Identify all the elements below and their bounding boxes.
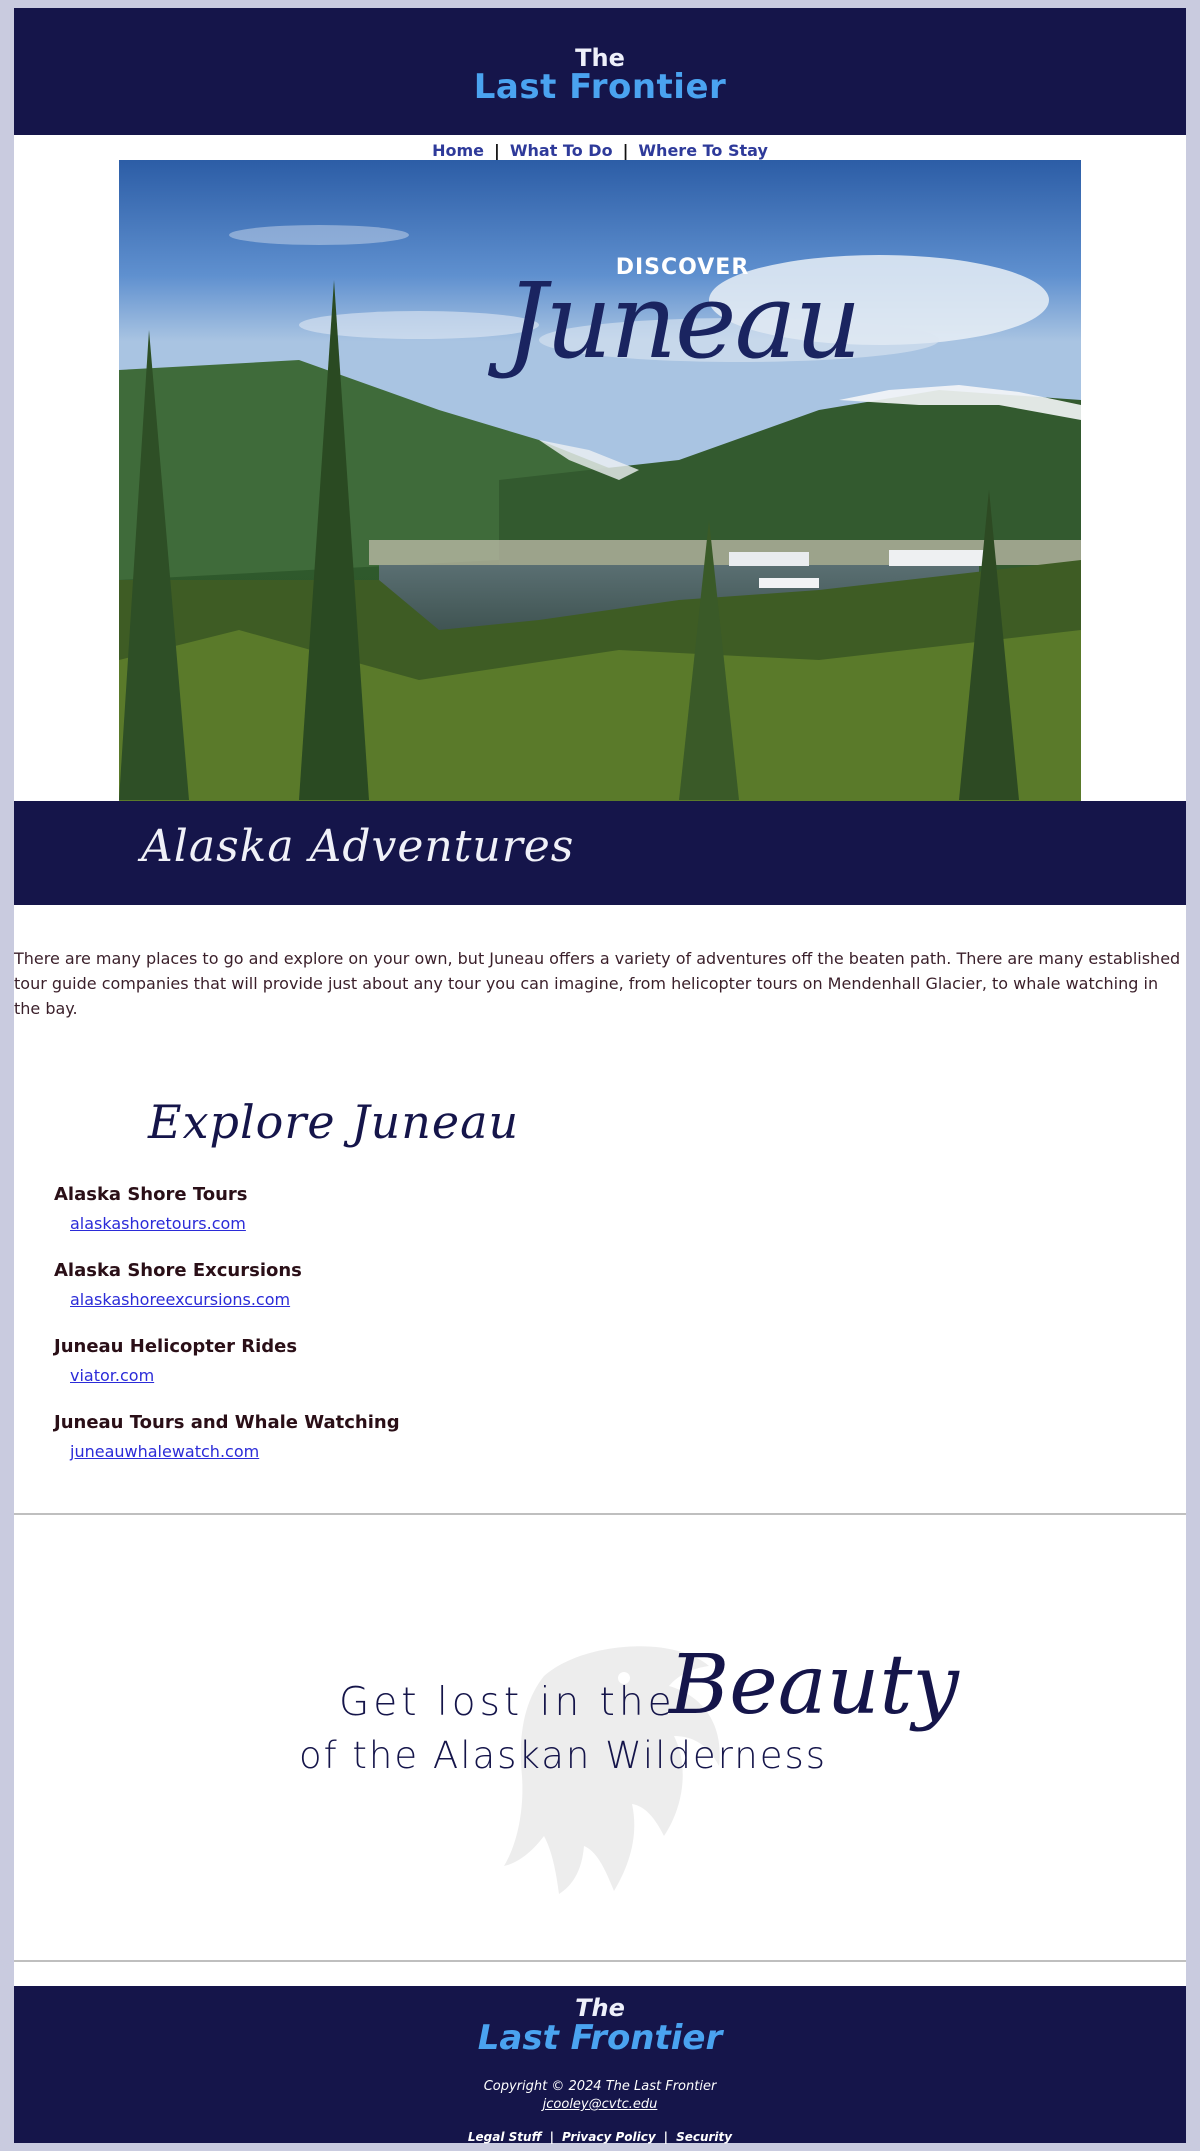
beauty-line-2: of the Alaskan Wilderness (299, 1734, 828, 1777)
adventures-banner: Alaska Adventures (14, 801, 1186, 905)
footer-link-privacy[interactable]: Privacy Policy (562, 2130, 656, 2144)
footer-links: Legal Stuff | Privacy Policy | Security (14, 2130, 1186, 2144)
site-footer: The Last Frontier Copyright © 2024 The L… (14, 1986, 1186, 2144)
beauty-line-1: Get lost in the (339, 1680, 676, 1725)
nav-separator: | (494, 141, 500, 160)
footer-logo-brand: Last Frontier (477, 2018, 723, 2058)
explore-heading: Explore Juneau (148, 1095, 520, 1149)
list-item: Juneau Helicopter Rides viator.com (54, 1334, 854, 1410)
adventures-intro: There are many places to go and explore … (14, 949, 1181, 1018)
beauty-section: Get lost in the Beauty of the Alaskan Wi… (14, 1518, 1186, 1970)
tour-name: Juneau Tours and Whale Watching (54, 1412, 400, 1433)
beauty-script: Beauty (669, 1638, 959, 1733)
footer-separator: | (663, 2130, 669, 2144)
header-logo-brand[interactable]: Last Frontier (14, 67, 1186, 107)
list-item: Alaska Shore Excursions alaskashoreexcur… (54, 1258, 854, 1334)
nav-where-to-stay[interactable]: Where To Stay (638, 141, 767, 160)
footer-link-security[interactable]: Security (676, 2130, 732, 2144)
tour-name: Alaska Shore Tours (54, 1184, 248, 1205)
tour-link[interactable]: juneauwhalewatch.com (70, 1442, 259, 1461)
adventures-heading: Alaska Adventures (141, 821, 575, 872)
page: The Last Frontier Home | What To Do | Where … (14, 8, 1186, 2144)
nav-separator: | (622, 141, 629, 160)
tour-list: Alaska Shore Tours alaskashoretours.com … (54, 1182, 854, 1486)
nav-what-to-do[interactable]: What To Do (510, 141, 613, 160)
tour-name: Alaska Shore Excursions (54, 1260, 302, 1281)
tour-link[interactable]: alaskashoreexcursions.com (70, 1290, 290, 1309)
divider (14, 1513, 1186, 1515)
nav-home[interactable]: Home (432, 141, 484, 160)
tour-name: Juneau Helicopter Rides (54, 1336, 298, 1357)
hero-image: DISCOVER Juneau (119, 160, 1081, 801)
footer-email-link[interactable]: jcooley@cvtc.edu (14, 2097, 1186, 2112)
site-header: The Last Frontier (14, 8, 1186, 135)
tour-link[interactable]: alaskashoretours.com (70, 1214, 246, 1233)
list-item: Juneau Tours and Whale Watching juneauwh… (54, 1410, 854, 1486)
hero-title: Juneau (505, 260, 861, 382)
tour-link[interactable]: viator.com (70, 1366, 154, 1385)
footer-separator: | (549, 2130, 554, 2144)
divider (14, 1960, 1186, 1962)
list-item: Alaska Shore Tours alaskashoretours.com (54, 1182, 854, 1258)
footer-link-legal[interactable]: Legal Stuff (468, 2130, 542, 2144)
copyright-text: Copyright © 2024 The Last Frontier (483, 2079, 717, 2094)
